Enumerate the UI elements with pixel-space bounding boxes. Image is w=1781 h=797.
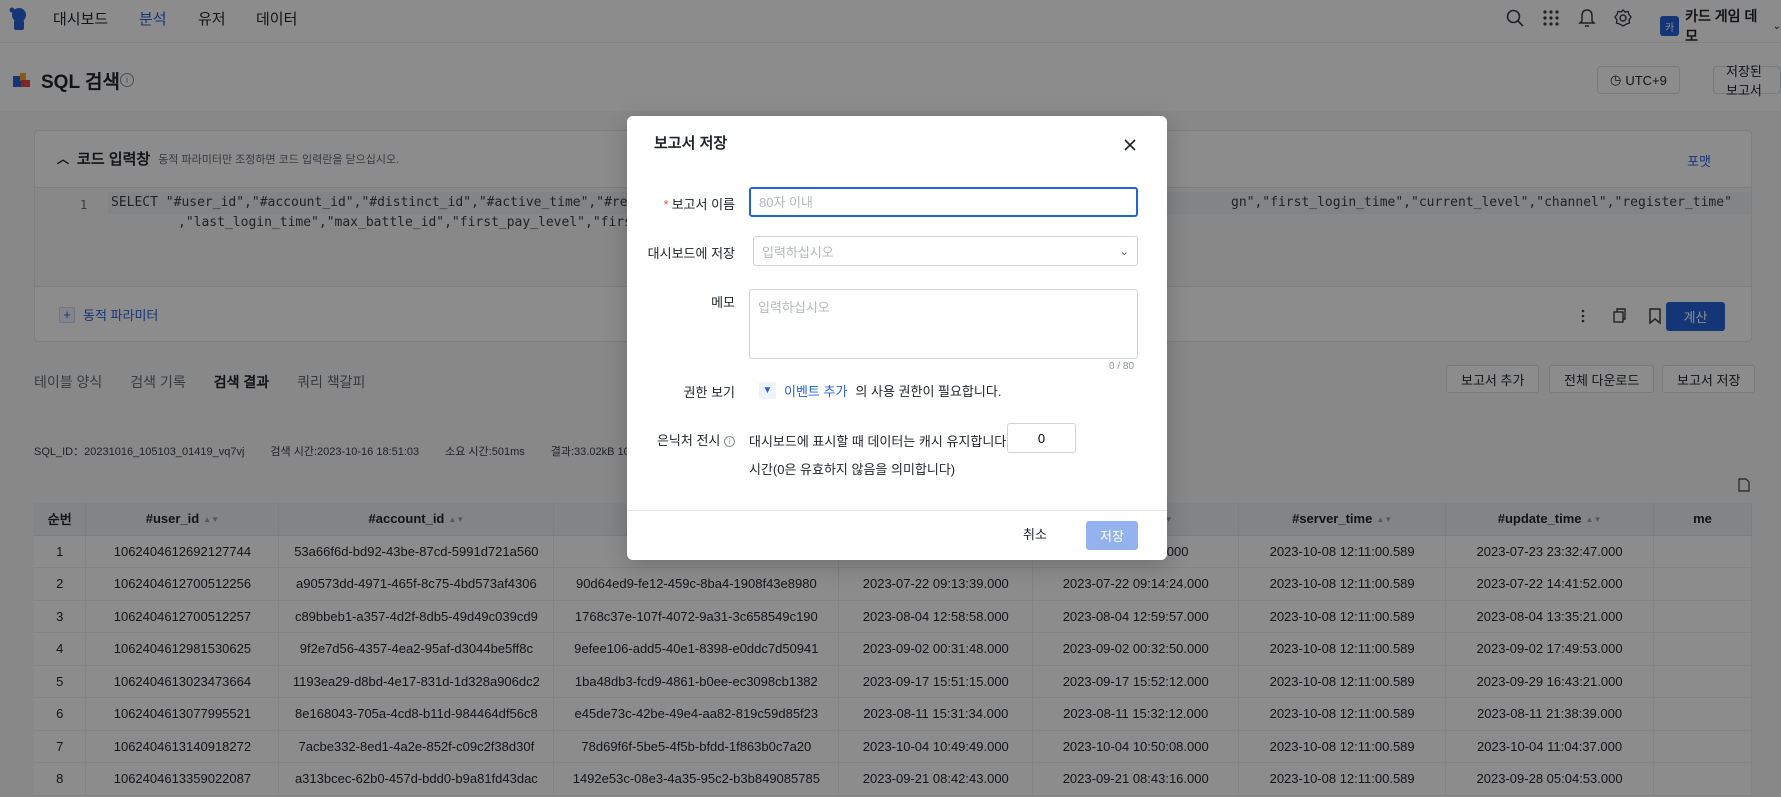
cache-label-text: 은닉처 전시 <box>656 433 721 448</box>
memo-label: 메모 <box>711 295 735 310</box>
memo-char-counter: 0 / 80 <box>1109 361 1135 372</box>
required-mark: * <box>663 197 669 212</box>
permission-text: 의 사용 권한이 필요합니다. <box>855 384 1002 399</box>
filter-icon: ▼ <box>759 382 776 399</box>
save-report-dialog: 보고서 저장 *보고서 이름 대시보드에 저장 입력하십시오 ⌄ 메모 0 / … <box>627 116 1167 560</box>
permission-info: ▼ 이벤트 추가 의 사용 권한이 필요합니다. <box>759 381 1001 400</box>
dashboard-label: 대시보드에 저장 <box>647 246 735 261</box>
cancel-button[interactable]: 취소 <box>1023 524 1047 543</box>
chevron-down-icon: ⌄ <box>1119 245 1129 258</box>
cache-hours-input[interactable] <box>1007 423 1076 453</box>
footer-divider <box>627 510 1167 511</box>
dashboard-select-placeholder: 입력하십시오 <box>762 244 834 260</box>
cache-description: 대시보드에 표시할 때 데이터는 캐시 유지합니다. <box>749 434 1010 449</box>
permission-label: 권한 보기 <box>683 385 735 400</box>
report-name-input[interactable] <box>749 187 1138 217</box>
dialog-title: 보고서 저장 <box>654 135 728 152</box>
cache-label: 은닉처 전시 i <box>657 430 735 449</box>
cache-note: 시간(0은 유효하지 않음을 의미합니다) <box>749 462 956 477</box>
info-icon[interactable]: i <box>724 436 735 448</box>
close-icon[interactable] <box>1123 138 1137 152</box>
add-event-link[interactable]: 이벤트 추가 <box>784 381 847 400</box>
report-name-label: * 보고서 이름 <box>664 194 735 213</box>
memo-textarea[interactable] <box>749 289 1138 359</box>
save-button[interactable]: 저장 <box>1086 521 1138 550</box>
dashboard-select[interactable]: 입력하십시오 ⌄ <box>753 236 1138 266</box>
report-name-label-text: 보고서 이름 <box>671 197 735 212</box>
